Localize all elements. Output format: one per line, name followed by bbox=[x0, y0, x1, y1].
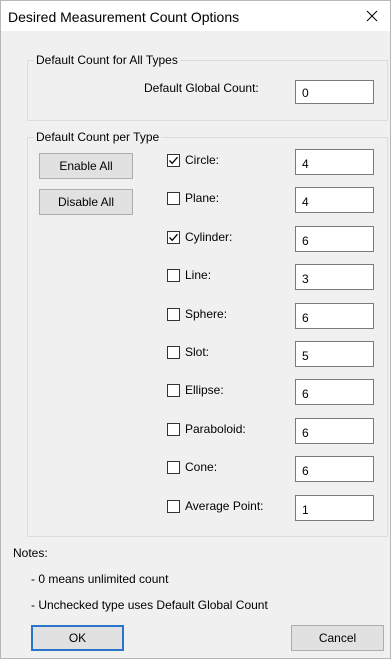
window-title: Desired Measurement Count Options bbox=[8, 9, 240, 25]
type-count-input[interactable]: 4 bbox=[295, 149, 374, 175]
type-label: Plane: bbox=[185, 191, 220, 205]
notes-line-unchecked: - Unchecked type uses Default Global Cou… bbox=[31, 598, 268, 612]
type-checkbox[interactable] bbox=[167, 191, 180, 205]
type-row: Sphere: bbox=[167, 307, 227, 321]
type-row: Ellipse: bbox=[167, 383, 224, 397]
enable-all-button[interactable]: Enable All bbox=[39, 153, 133, 179]
type-row: Average Point: bbox=[167, 499, 264, 513]
type-count-input[interactable]: 4 bbox=[295, 187, 374, 213]
checkmark-icon bbox=[169, 156, 178, 164]
type-checkbox[interactable] bbox=[167, 268, 180, 282]
type-checkbox[interactable] bbox=[167, 499, 180, 513]
type-label: Cylinder: bbox=[185, 230, 233, 244]
type-label: Circle: bbox=[185, 153, 220, 167]
type-label: Line: bbox=[185, 268, 212, 282]
type-label: Ellipse: bbox=[185, 383, 224, 397]
type-count-input[interactable]: 1 bbox=[295, 495, 374, 521]
type-label: Sphere: bbox=[185, 307, 228, 321]
type-checkbox[interactable] bbox=[167, 422, 180, 436]
type-count-input[interactable]: 6 bbox=[295, 379, 374, 405]
type-row: Cone: bbox=[167, 460, 217, 474]
type-row: Paraboloid: bbox=[167, 422, 246, 436]
close-button[interactable] bbox=[354, 1, 390, 31]
type-checkbox[interactable] bbox=[167, 153, 180, 167]
global-count-label: Default Global Count: bbox=[144, 81, 259, 95]
type-count-input[interactable]: 6 bbox=[295, 303, 374, 329]
title-bar: Desired Measurement Count Options bbox=[1, 1, 390, 31]
global-count-group-label: Default Count for All Types bbox=[34, 53, 180, 67]
type-label: Slot: bbox=[185, 345, 210, 359]
type-checkbox[interactable] bbox=[167, 230, 180, 244]
type-checkbox[interactable] bbox=[167, 383, 180, 397]
checkmark-icon bbox=[169, 233, 178, 241]
disable-all-button[interactable]: Disable All bbox=[39, 189, 133, 215]
type-checkbox[interactable] bbox=[167, 307, 180, 321]
cancel-button[interactable]: Cancel bbox=[291, 625, 384, 651]
type-label: Average Point: bbox=[185, 499, 264, 513]
close-icon bbox=[366, 10, 378, 22]
type-row: Cylinder: bbox=[167, 230, 232, 244]
ok-button[interactable]: OK bbox=[31, 625, 124, 651]
type-count-input[interactable]: 6 bbox=[295, 418, 374, 444]
type-row: Plane: bbox=[167, 191, 219, 205]
type-count-input[interactable]: 3 bbox=[295, 264, 374, 290]
notes-line-unlimited: - 0 means unlimited count bbox=[31, 572, 169, 586]
type-checkbox[interactable] bbox=[167, 460, 180, 474]
options-dialog: Desired Measurement Count Options Defaul… bbox=[0, 0, 391, 659]
type-row: Slot: bbox=[167, 345, 209, 359]
type-checkbox[interactable] bbox=[167, 345, 180, 359]
type-count-input[interactable]: 5 bbox=[295, 341, 374, 367]
type-row: Circle: bbox=[167, 153, 219, 167]
per-type-group-label: Default Count per Type bbox=[34, 130, 162, 144]
notes-heading: Notes: bbox=[13, 546, 48, 560]
global-count-input[interactable]: 0 bbox=[295, 80, 374, 104]
type-count-input[interactable]: 6 bbox=[295, 456, 374, 482]
type-label: Paraboloid: bbox=[185, 422, 246, 436]
type-label: Cone: bbox=[185, 460, 218, 474]
type-row: Line: bbox=[167, 268, 211, 282]
type-count-input[interactable]: 6 bbox=[295, 226, 374, 252]
